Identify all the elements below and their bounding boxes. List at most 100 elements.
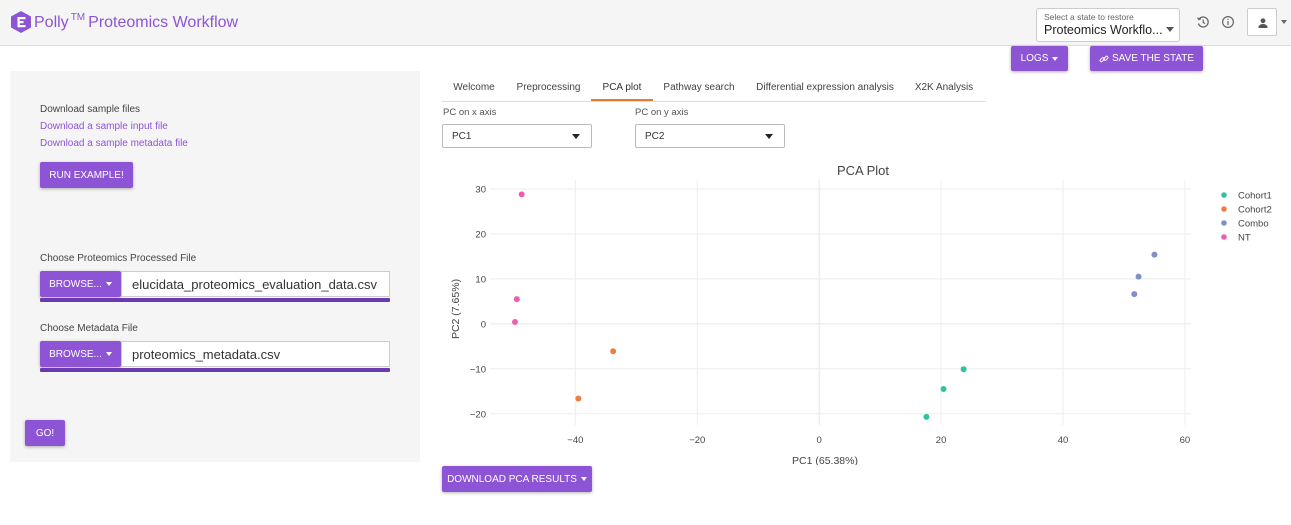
- legend-marker: [1221, 234, 1227, 240]
- x-tick-label: 20: [936, 435, 947, 446]
- logs-button-label: LOGS: [1020, 53, 1049, 64]
- legend-label[interactable]: Combo: [1238, 219, 1269, 230]
- pc-y-value: PC2: [645, 131, 665, 142]
- polly-logo-icon: [11, 11, 31, 33]
- user-icon: [1258, 18, 1268, 28]
- pc-y-select[interactable]: PC2: [635, 124, 785, 148]
- metadata-file-input: BROWSE... proteomics_metadata.csv: [40, 341, 390, 373]
- x-axis-label: PC1 (65.38%): [792, 455, 858, 465]
- input-panel: Download sample files Download a sample …: [10, 71, 420, 462]
- pc-x-select[interactable]: PC1: [442, 124, 592, 148]
- save-state-button[interactable]: SAVE THE STATE: [1090, 46, 1203, 71]
- tab-pca-plot[interactable]: PCA plot: [591, 76, 653, 101]
- metadata-file-label: Choose Metadata File: [40, 323, 138, 334]
- metadata-upload-progress: [40, 368, 390, 372]
- chart-points: [511, 191, 1158, 420]
- restore-state-select[interactable]: Select a state to restore Proteomics Wor…: [1036, 8, 1180, 42]
- pca-chart: PCA Plot −40 −20 0 20 40 60 −20 −10 0 10 20 30 Coho…: [442, 155, 1291, 467]
- chart-grid: [490, 180, 1191, 425]
- brand-name: Polly: [34, 14, 69, 31]
- x-tick-label: 0: [817, 435, 822, 446]
- legend-label[interactable]: NT: [1238, 233, 1251, 244]
- tab-preprocessing[interactable]: Preprocessing: [506, 76, 591, 101]
- chevron-down-icon: [572, 134, 580, 139]
- user-menu-button[interactable]: [1247, 8, 1277, 36]
- run-example-label: RUN EXAMPLE!: [49, 169, 124, 181]
- trademark: TM: [70, 12, 86, 23]
- pc-x-value: PC1: [452, 131, 472, 142]
- data-point-nt[interactable]: [518, 191, 525, 198]
- go-label: GO!: [35, 427, 55, 439]
- chevron-down-icon: [1166, 27, 1174, 32]
- download-heading: Download sample files: [40, 104, 141, 115]
- metadata-file-name[interactable]: proteomics_metadata.csv: [121, 341, 390, 367]
- y-tick-label: −10: [470, 364, 486, 375]
- data-point-combo[interactable]: [1151, 251, 1158, 258]
- app-title: Polly TM Proteomics Workflow: [34, 12, 238, 32]
- processed-file-input: BROWSE... elucidata_proteomics_evaluatio…: [40, 271, 390, 303]
- metadata-browse-label: BROWSE...: [49, 348, 102, 360]
- main-tabs: Welcome Preprocessing PCA plot Pathway s…: [442, 76, 986, 102]
- legend-label[interactable]: Cohort2: [1238, 205, 1272, 216]
- metadata-browse-button[interactable]: BROWSE...: [40, 341, 121, 367]
- y-tick-label: 0: [481, 319, 486, 330]
- save-state-label: SAVE THE STATE: [1111, 53, 1195, 64]
- processed-upload-progress: [40, 298, 390, 302]
- info-icon[interactable]: [1221, 15, 1235, 29]
- data-point-cohort1[interactable]: [940, 386, 947, 393]
- x-tick-label: −40: [567, 435, 583, 446]
- data-point-cohort1[interactable]: [960, 366, 967, 373]
- pc-x-label: PC on x axis: [443, 107, 497, 118]
- restore-state-label: Select a state to restore: [1044, 12, 1134, 22]
- legend-marker: [1221, 192, 1227, 198]
- tab-pathway-search[interactable]: Pathway search: [653, 76, 745, 101]
- chevron-down-icon: [765, 134, 773, 139]
- app-header: Polly TM Proteomics Workflow Select a stat…: [0, 0, 1291, 46]
- link-icon: [1099, 55, 1109, 62]
- user-menu-caret-icon[interactable]: [1281, 20, 1287, 24]
- y-tick-label: 20: [475, 229, 486, 240]
- processed-browse-label: BROWSE...: [49, 278, 102, 290]
- download-sample-input-link[interactable]: Download a sample input file: [40, 121, 168, 132]
- go-button[interactable]: GO!: [25, 420, 65, 446]
- data-point-cohort2[interactable]: [610, 348, 617, 355]
- x-tick-label: 40: [1058, 435, 1069, 446]
- data-point-nt[interactable]: [511, 319, 518, 326]
- data-point-combo[interactable]: [1131, 291, 1138, 298]
- y-tick-label: 30: [475, 184, 486, 195]
- x-tick-label: −20: [689, 435, 705, 446]
- chevron-down-icon: [1052, 56, 1059, 61]
- chevron-down-icon: [105, 352, 112, 356]
- y-tick-label: 10: [475, 274, 486, 285]
- tab-welcome[interactable]: Welcome: [442, 76, 506, 101]
- data-point-cohort2[interactable]: [575, 395, 582, 402]
- restore-state-value: Proteomics Workflo...: [1044, 23, 1163, 37]
- download-pca-results-button[interactable]: DOWNLOAD PCA RESULTS: [442, 466, 592, 492]
- run-example-button[interactable]: RUN EXAMPLE!: [40, 162, 133, 188]
- pca-chart-svg: PCA Plot −40 −20 0 20 40 60 −20 −10 0 10 20 30 Coho…: [450, 163, 1272, 467]
- y-tick-label: −20: [470, 409, 486, 420]
- y-axis-label: PC2 (7.65%): [450, 279, 462, 339]
- logs-button[interactable]: LOGS: [1011, 46, 1068, 71]
- workflow-name: Proteomics Workflow: [88, 14, 239, 31]
- processed-file-label: Choose Proteomics Processed File: [40, 253, 197, 264]
- data-point-nt[interactable]: [513, 296, 520, 303]
- chevron-down-icon: [105, 282, 112, 286]
- chart-ticks: −40 −20 0 20 40 60 −20 −10 0 10 20 30: [470, 184, 1190, 446]
- x-tick-label: 60: [1180, 435, 1191, 446]
- download-pca-label: DOWNLOAD PCA RESULTS: [447, 473, 577, 485]
- chart-legend: Cohort1 Cohort2 Combo NT: [1221, 191, 1272, 244]
- legend-marker: [1221, 220, 1227, 226]
- tab-differential-expression[interactable]: Differential expression analysis: [745, 76, 905, 101]
- history-icon[interactable]: [1196, 15, 1210, 29]
- chart-title: PCA Plot: [837, 163, 889, 178]
- tab-x2k-analysis[interactable]: X2K Analysis: [905, 76, 983, 101]
- data-point-combo[interactable]: [1135, 273, 1142, 280]
- processed-browse-button[interactable]: BROWSE...: [40, 271, 121, 297]
- legend-label[interactable]: Cohort1: [1238, 191, 1272, 202]
- data-point-cohort1[interactable]: [923, 413, 930, 420]
- chevron-down-icon: [580, 477, 587, 481]
- pc-y-label: PC on y axis: [635, 107, 689, 118]
- download-sample-metadata-link[interactable]: Download a sample metadata file: [40, 138, 188, 149]
- processed-file-name[interactable]: elucidata_proteomics_evaluation_data.csv: [121, 271, 390, 297]
